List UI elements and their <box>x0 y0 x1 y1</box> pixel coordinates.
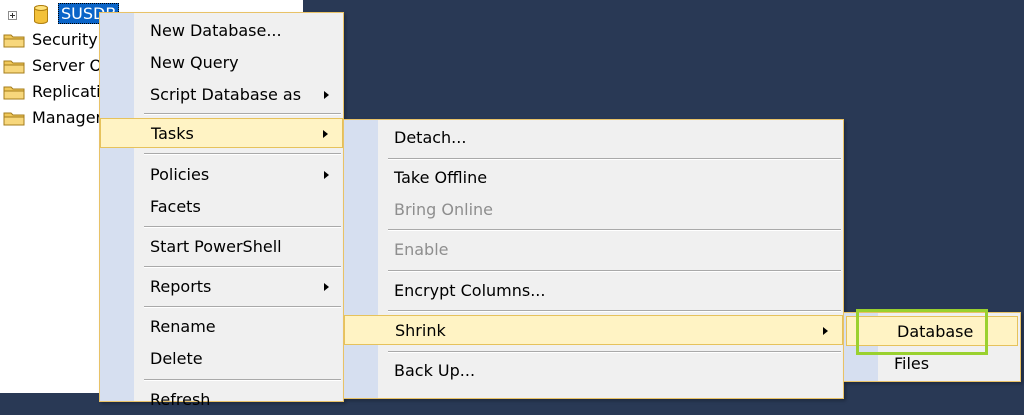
menu-separator <box>144 379 341 381</box>
menu-item-enable: Enable <box>394 240 449 259</box>
submenu-arrow-icon <box>823 327 828 335</box>
folder-icon <box>3 34 25 48</box>
menu-item-start-powershell[interactable]: Start PowerShell <box>100 232 343 262</box>
menu-item-shrink[interactable]: Shrink <box>344 315 843 345</box>
menu-item-delete[interactable]: Delete <box>100 344 343 374</box>
menu-separator <box>388 158 841 160</box>
submenu-arrow-icon <box>323 130 328 138</box>
menu-item-detach[interactable]: Detach... <box>344 123 843 153</box>
menu-item-new-query[interactable]: New Query <box>100 48 343 78</box>
menu-separator <box>144 226 341 228</box>
menu-item-label: Policies <box>150 165 210 184</box>
folder-label: Replicati <box>32 82 101 101</box>
menu-item-back-up[interactable]: Back Up... <box>344 356 843 386</box>
menu-item-label: Script Database as <box>150 85 302 104</box>
tasks-submenu: Detach... Take Offline Bring Online Enab… <box>343 119 844 399</box>
menu-item-policies[interactable]: Policies <box>100 160 343 190</box>
database-context-menu: New Database... New Query Script Databas… <box>99 12 344 409</box>
annotation-highlight-box <box>856 309 988 355</box>
folder-label: Server O <box>32 56 103 75</box>
folder-label: Manager <box>32 108 103 127</box>
menu-item-refresh[interactable]: Refresh <box>100 385 343 415</box>
menu-item-script-database-as[interactable]: Script Database as <box>100 80 343 110</box>
menu-item-encrypt-columns[interactable]: Encrypt Columns... <box>344 276 843 306</box>
submenu-arrow-icon <box>324 283 329 291</box>
menu-separator <box>388 229 841 231</box>
menu-item-take-offline[interactable]: Take Offline <box>344 163 843 193</box>
menu-separator <box>144 306 341 308</box>
folder-label: Security <box>32 30 98 49</box>
submenu-arrow-icon <box>324 171 329 179</box>
menu-item-reports[interactable]: Reports <box>100 272 343 302</box>
menu-item-new-database[interactable]: New Database... <box>100 16 343 46</box>
folder-icon <box>3 86 25 100</box>
menu-item-rename[interactable]: Rename <box>100 312 343 342</box>
menu-item-bring-online: Bring Online <box>394 200 493 219</box>
menu-separator <box>144 266 341 268</box>
expand-icon[interactable] <box>8 11 17 20</box>
menu-separator <box>388 351 841 353</box>
menu-item-label: Reports <box>150 277 212 296</box>
folder-icon <box>3 112 25 126</box>
menu-item-label: Shrink <box>395 321 446 340</box>
menu-item-facets[interactable]: Facets <box>100 192 343 222</box>
menu-separator <box>388 310 841 312</box>
menu-separator <box>144 113 341 115</box>
menu-separator <box>144 153 341 155</box>
database-icon <box>34 5 48 24</box>
folder-icon <box>3 60 25 74</box>
submenu-arrow-icon <box>324 91 329 99</box>
menu-separator <box>388 270 841 272</box>
menu-item-label: Tasks <box>151 124 194 143</box>
menu-item-tasks[interactable]: Tasks <box>100 118 343 148</box>
